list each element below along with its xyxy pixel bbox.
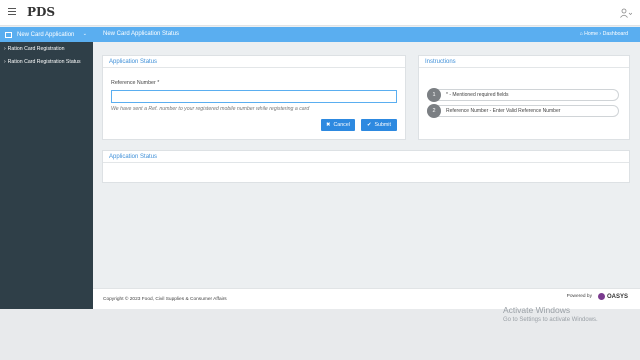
menu-icon[interactable] bbox=[8, 8, 16, 16]
application-status-result: Application Status bbox=[102, 150, 630, 183]
sidebar: New Card Application ⌄ › Ration Card Reg… bbox=[0, 27, 93, 309]
breadcrumb-separator: › bbox=[599, 31, 602, 37]
top-bar: PDS bbox=[0, 0, 640, 26]
home-icon: ⌂ bbox=[579, 31, 583, 37]
breadcrumb-home[interactable]: Home bbox=[584, 31, 598, 37]
sidebar-item-new-card-application[interactable]: New Card Application ⌄ bbox=[0, 27, 93, 42]
page-header: New Card Application Status ⌂ Home › Das… bbox=[93, 27, 640, 42]
chevron-right-icon: › bbox=[4, 45, 6, 52]
oasys-logo-icon bbox=[597, 293, 605, 300]
oasys-logo-text: OASYS bbox=[606, 293, 628, 300]
instruction-step: 1 * - Mentioned required fields bbox=[427, 88, 619, 102]
check-icon: ✔ bbox=[367, 122, 372, 128]
cancel-button-label: Cancel bbox=[333, 122, 350, 128]
chevron-down-icon: ⌄ bbox=[82, 31, 87, 37]
page-title: New Card Application Status bbox=[103, 31, 180, 37]
panel-title: Application Status bbox=[103, 56, 405, 68]
close-icon: ✖ bbox=[326, 122, 331, 128]
chevron-right-icon: › bbox=[4, 58, 6, 65]
breadcrumb-current: Dashboard bbox=[602, 31, 628, 37]
breadcrumb: ⌂ Home › Dashboard bbox=[580, 31, 628, 37]
watermark-line-1: Activate Windows bbox=[503, 305, 571, 315]
powered-by-label: Powered by bbox=[566, 294, 592, 299]
sidebar-item-label: Ration Card Registration Status bbox=[7, 58, 81, 65]
watermark-line-2: Go to Settings to activate Windows. bbox=[503, 317, 598, 323]
step-text: Reference Number - Enter Valid Reference… bbox=[446, 108, 561, 114]
oasys-logo: OASYS bbox=[597, 293, 628, 300]
copyright-text: Copyright © 2023 Food, Civil Supplies & … bbox=[103, 297, 227, 302]
panel-title: Application Status bbox=[103, 151, 629, 163]
sidebar-item-ration-card-registration[interactable]: › Ration Card Registration bbox=[0, 42, 93, 55]
sidebar-item-label: Ration Card Registration bbox=[7, 45, 65, 52]
step-number: 2 bbox=[427, 104, 441, 118]
submit-button-label: Submit bbox=[374, 122, 391, 128]
windows-activation-watermark: Activate Windows Go to Settings to activ… bbox=[503, 305, 598, 323]
submit-button[interactable]: ✔ Submit bbox=[361, 119, 397, 131]
reference-number-input[interactable] bbox=[111, 90, 397, 103]
step-number: 1 bbox=[427, 88, 441, 102]
instruction-step: 2 Reference Number - Enter Valid Referen… bbox=[427, 104, 619, 118]
reference-number-hint: We have sent a Ref. number to your regis… bbox=[111, 106, 310, 112]
sidebar-item-label: New Card Application bbox=[17, 31, 75, 38]
application-status-form: Application Status Reference Number * We… bbox=[102, 55, 406, 140]
cancel-button[interactable]: ✖ Cancel bbox=[321, 119, 355, 131]
brand-logo[interactable]: PDS bbox=[27, 5, 55, 19]
panel-title: Instructions bbox=[419, 56, 629, 68]
user-icon[interactable] bbox=[620, 8, 632, 18]
card-icon bbox=[5, 31, 12, 38]
instructions-panel: Instructions 1 * - Mentioned required fi… bbox=[418, 55, 630, 140]
step-text: * - Mentioned required fields bbox=[446, 92, 509, 98]
reference-number-label: Reference Number * bbox=[111, 80, 160, 86]
sidebar-item-ration-card-registration-status[interactable]: › Ration Card Registration Status bbox=[0, 55, 93, 68]
